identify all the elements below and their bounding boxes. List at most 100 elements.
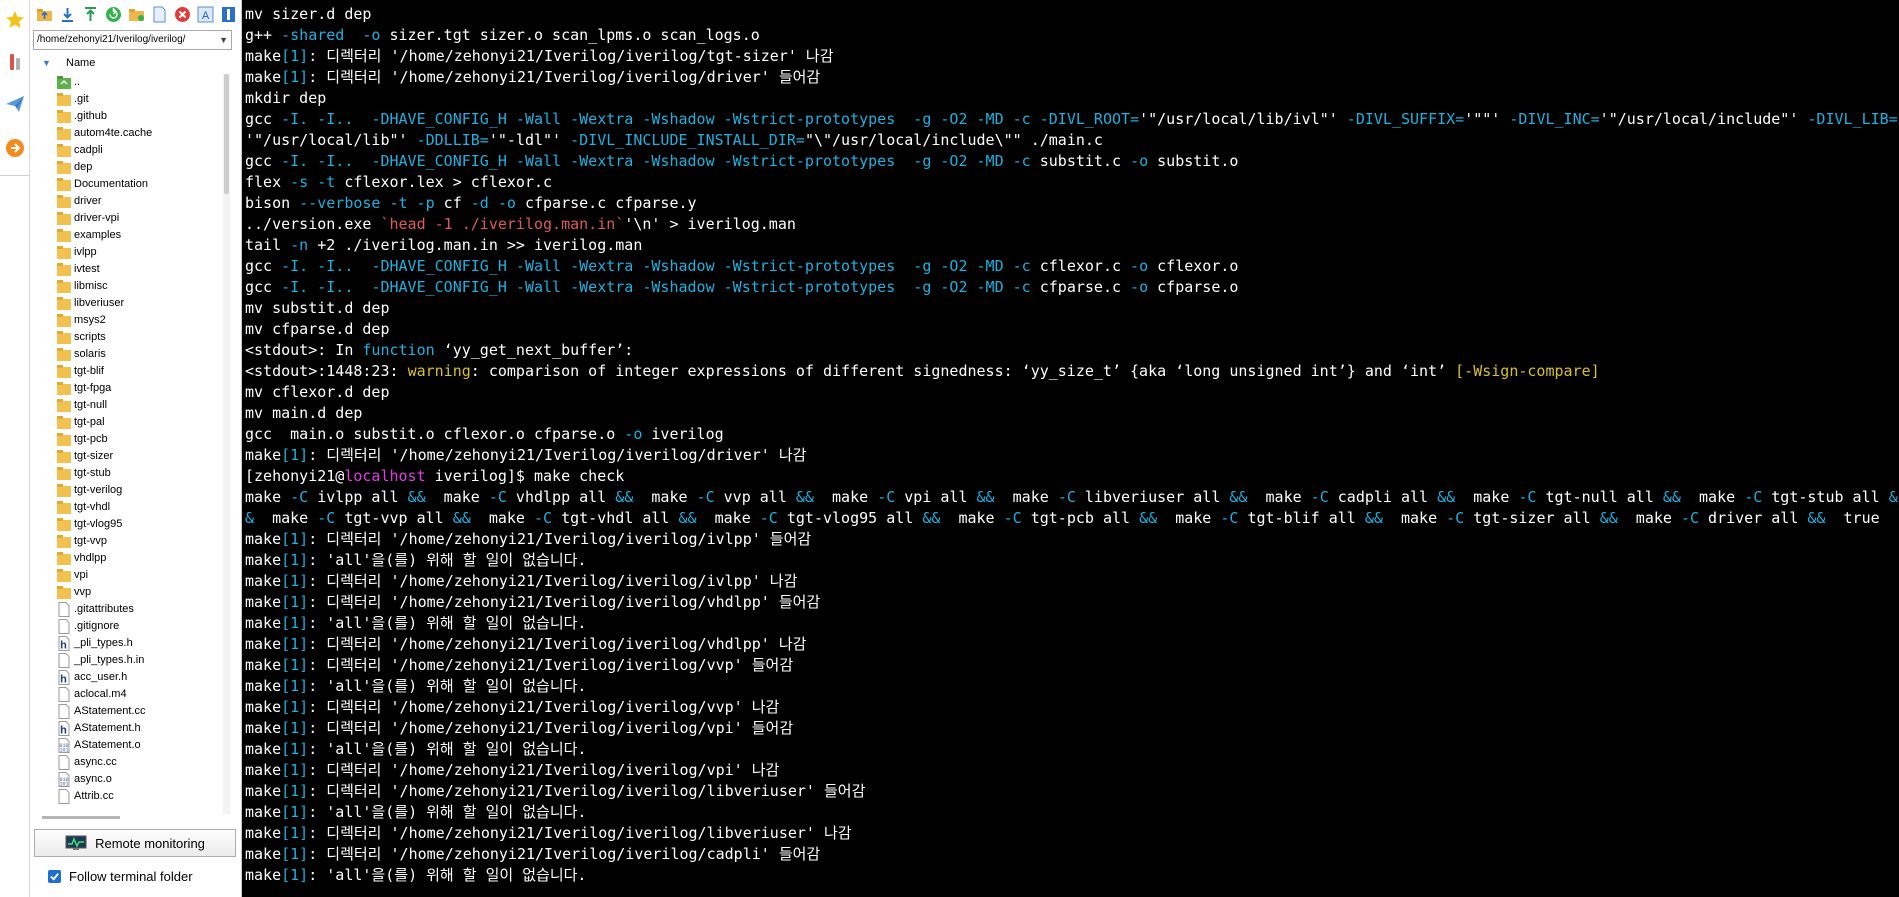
new-folder-icon[interactable] — [126, 4, 146, 24]
terminal-text: <stdout>: In — [245, 341, 363, 359]
horizontal-scrollbar[interactable] — [42, 816, 120, 819]
scrollbar-thumb[interactable] — [224, 74, 229, 194]
folder-icon — [56, 500, 72, 515]
terminal-text: && — [1437, 488, 1456, 506]
terminal-text: -DHAVE_CONFIG_H -Wall -Wextra -Wshadow -… — [371, 257, 896, 275]
tree-item[interactable]: libmisc — [30, 278, 230, 295]
tree-item[interactable]: tgt-fpga — [30, 380, 230, 397]
download-icon[interactable] — [57, 4, 77, 24]
paper-plane-icon[interactable] — [0, 86, 29, 122]
tree-item[interactable]: 010 101 async.o — [30, 771, 230, 788]
terminal-text: make — [1617, 509, 1681, 527]
refresh-icon[interactable] — [103, 4, 123, 24]
tree-item[interactable]: .. — [30, 74, 230, 91]
follow-terminal-checkbox[interactable] — [48, 869, 61, 883]
tree-item-label: tgt-pal — [74, 416, 105, 428]
tree-item[interactable]: driver — [30, 193, 230, 210]
tree-item[interactable]: h acc_user.h — [30, 669, 230, 686]
terminal-text: make — [245, 824, 282, 842]
terminal-text: make — [245, 677, 282, 695]
remote-monitoring-button[interactable]: Remote monitoring — [34, 829, 236, 857]
terminal-line: make[1]: 'all'을(를) 위해 할 일이 없습니다. — [245, 802, 1899, 823]
tree-item[interactable]: scripts — [30, 329, 230, 346]
terminal-text: : 디렉터리 '/home/zehonyi21/Iverilog/iverilo… — [308, 782, 866, 800]
terminal-line: g++ -shared -o sizer.tgt sizer.o scan_lp… — [245, 25, 1899, 46]
tree-item[interactable]: cadpli — [30, 142, 230, 159]
tree-item[interactable]: driver-vpi — [30, 210, 230, 227]
tree-item[interactable]: msys2 — [30, 312, 230, 329]
tree-item[interactable]: h _pli_types.h — [30, 635, 230, 652]
tree-item[interactable]: tgt-pcb — [30, 431, 230, 448]
tools-icon[interactable] — [0, 44, 29, 80]
tree-item[interactable]: ivtest — [30, 261, 230, 278]
tree-item[interactable]: vhdlpp — [30, 550, 230, 567]
terminal-line: make[1]: 디렉터리 '/home/zehonyi21/Iverilog/… — [245, 655, 1899, 676]
tree-item[interactable]: solaris — [30, 346, 230, 363]
tree-item[interactable]: tgt-vlog95 — [30, 516, 230, 533]
tree-item[interactable]: 010 101 AStatement.o — [30, 737, 230, 754]
file-tree: .. .git .github autom4te.cache cadpli dep Docu… — [30, 74, 230, 814]
tree-scrollbar[interactable] — [223, 74, 230, 814]
folder-up-icon[interactable] — [34, 4, 54, 24]
tree-item[interactable]: h AStatement.h — [30, 720, 230, 737]
terminal-text: [1] — [281, 635, 309, 653]
tree-item[interactable]: tgt-blif — [30, 363, 230, 380]
tree-item[interactable]: _pli_types.h.in — [30, 652, 230, 669]
tree-item[interactable]: .github — [30, 108, 230, 125]
terminal-text: tail — [245, 236, 291, 254]
tree-item[interactable]: Documentation — [30, 176, 230, 193]
folder-icon — [56, 262, 72, 277]
tree-item[interactable]: dep — [30, 159, 230, 176]
terminal-text: libveriuser all — [1075, 488, 1230, 506]
tree-item[interactable]: examples — [30, 227, 230, 244]
terminal-text: gcc — [245, 152, 282, 170]
tree-item[interactable]: libveriuser — [30, 295, 230, 312]
terminal-text: mv cfparse.d dep — [245, 320, 390, 338]
tree-item[interactable]: autom4te.cache — [30, 125, 230, 142]
terminal-text: -DIVL_INCLUDE_INSTALL_DIR= — [570, 131, 805, 149]
new-file-icon[interactable] — [149, 4, 169, 24]
tree-item-label: scripts — [74, 331, 106, 343]
tree-item-label: dep — [74, 161, 93, 173]
tree-item[interactable]: aclocal.m4 — [30, 686, 230, 703]
tree-column-header[interactable]: ▼ Name — [30, 54, 230, 72]
file-icon — [56, 602, 72, 617]
tree-item[interactable]: tgt-stub — [30, 465, 230, 482]
rename-icon[interactable]: A — [195, 4, 215, 24]
terminal-text: +2 ./iverilog.man.in >> iverilog.man — [308, 236, 643, 254]
tree-item[interactable]: ivlpp — [30, 244, 230, 261]
delete-icon[interactable] — [172, 4, 192, 24]
tree-item[interactable]: .gitignore — [30, 618, 230, 635]
terminal-line: ../version.exe `head -1 ./iverilog.man.i… — [245, 214, 1899, 235]
tree-item[interactable]: async.cc — [30, 754, 230, 771]
tree-item[interactable]: Attrib.cc — [30, 788, 230, 805]
header-file-icon: h — [56, 636, 72, 652]
tree-item[interactable]: tgt-pal — [30, 414, 230, 431]
tree-item-label: async.cc — [74, 756, 117, 768]
terminal-line: make[1]: 디렉터리 '/home/zehonyi21/Iverilog/… — [245, 46, 1899, 67]
terminal-text: -C — [488, 488, 507, 506]
settings-icon[interactable] — [218, 4, 238, 24]
tree-item[interactable]: tgt-null — [30, 397, 230, 414]
chevron-down-icon[interactable]: ▼ — [219, 31, 228, 49]
terminal-text: make — [425, 488, 489, 506]
terminal[interactable]: mv sizer.d dep g++ -shared -o sizer.tgt s… — [242, 0, 1899, 897]
path-input[interactable]: /home/zehonyi21/Iverilog/iverilog/ ▼ — [33, 30, 232, 50]
terminal-text: : 디렉터리 '/home/zehonyi21/Iverilog/iverilo… — [308, 824, 852, 842]
tree-item[interactable]: vvp — [30, 584, 230, 601]
tree-item[interactable]: .gitattributes — [30, 601, 230, 618]
tree-item[interactable]: tgt-vhdl — [30, 499, 230, 516]
star-icon[interactable] — [0, 2, 29, 38]
tree-item[interactable]: .git — [30, 91, 230, 108]
terminal-text: make — [245, 593, 282, 611]
tree-item[interactable]: vpi — [30, 567, 230, 584]
upload-icon[interactable] — [80, 4, 100, 24]
tree-item[interactable]: AStatement.cc — [30, 703, 230, 720]
tree-item[interactable]: tgt-sizer — [30, 448, 230, 465]
follow-terminal-folder[interactable]: Follow terminal folder — [48, 866, 193, 886]
tree-item[interactable]: tgt-vvp — [30, 533, 230, 550]
xfer-icon[interactable] — [0, 130, 29, 166]
tree-item-label: vhdlpp — [74, 552, 107, 564]
tree-item[interactable]: tgt-verilog — [30, 482, 230, 499]
